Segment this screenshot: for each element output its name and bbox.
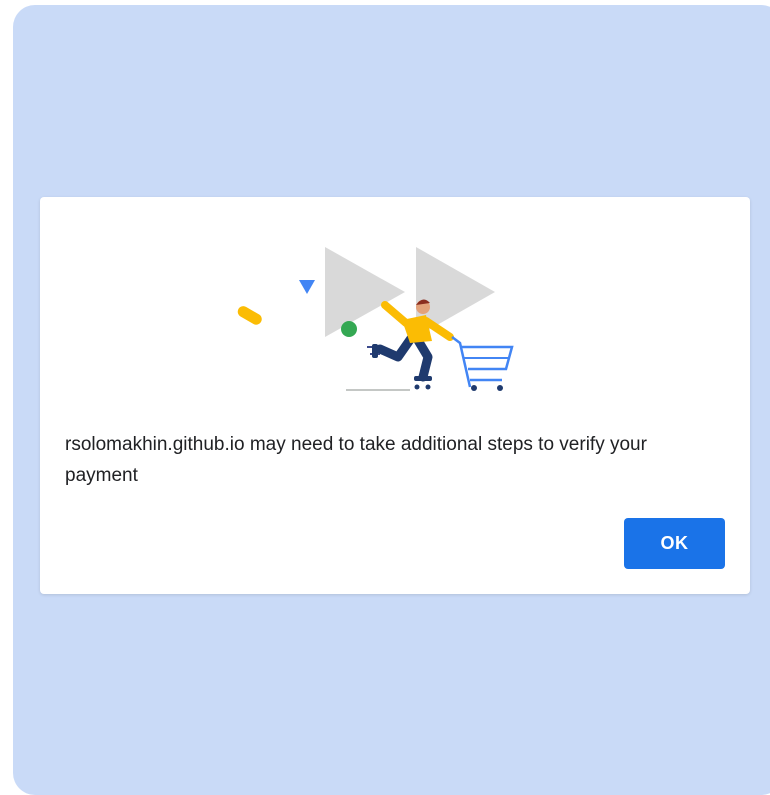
ok-button[interactable]: OK bbox=[624, 518, 725, 569]
shopping-cart-illustration-icon bbox=[237, 247, 514, 391]
payment-verification-dialog: rsolomakhin.github.io may need to take a… bbox=[40, 197, 750, 594]
dialog-message: rsolomakhin.github.io may need to take a… bbox=[65, 434, 647, 486]
